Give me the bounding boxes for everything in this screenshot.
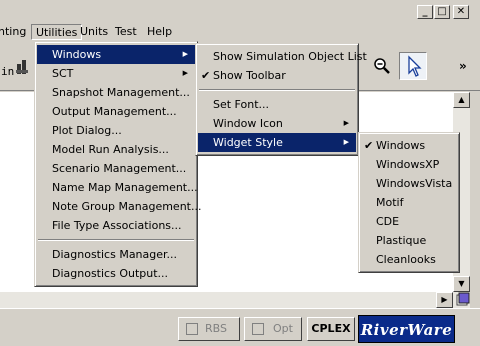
menu-item-widget-style[interactable]: Widget Style ▶ bbox=[198, 133, 356, 152]
menu-item-windows[interactable]: Windows ▶ bbox=[37, 45, 195, 64]
toolbar-tool-icon[interactable] bbox=[15, 58, 29, 76]
menu-item-style-plastique[interactable]: Plastique bbox=[361, 231, 457, 250]
toolbar-overflow-button[interactable]: » bbox=[459, 59, 467, 73]
opt-icon bbox=[252, 323, 264, 335]
toolbar-partial-label: in bbox=[1, 65, 15, 78]
horizontal-scrollbar[interactable]: ▶ bbox=[0, 292, 470, 308]
checkmark-icon: ✔ bbox=[364, 139, 374, 152]
checkmark-icon: ✔ bbox=[201, 69, 211, 82]
menu-item-style-windowsxp[interactable]: WindowsXP bbox=[361, 155, 457, 174]
restore-button[interactable]: □ bbox=[434, 5, 450, 19]
menu-test[interactable]: Test bbox=[111, 24, 141, 40]
menu-item-set-font[interactable]: Set Font... bbox=[198, 95, 356, 114]
menu-item-style-motif[interactable]: Motif bbox=[361, 193, 457, 212]
menu-item-show-toolbar[interactable]: ✔ Show Toolbar bbox=[198, 66, 356, 85]
close-button[interactable]: ✕ bbox=[453, 5, 469, 19]
menu-item-note-group-management[interactable]: Note Group Management... bbox=[37, 197, 201, 216]
windows-submenu: Show Simulation Object List ✔ Show Toolba… bbox=[195, 43, 367, 156]
menu-help[interactable]: Help bbox=[143, 24, 176, 40]
menu-modeling-truncated[interactable]: nting bbox=[0, 24, 30, 40]
status-bar: RBS Opt CPLEX RiverWare bbox=[0, 308, 480, 346]
scroll-right-button[interactable]: ▶ bbox=[436, 292, 453, 308]
widget-style-submenu: ✔ Windows WindowsXP WindowsVista Motif CD… bbox=[358, 132, 460, 273]
menu-bar: nting Utilities Units Test Help bbox=[0, 22, 480, 42]
minimize-button[interactable]: _ bbox=[417, 5, 433, 19]
rbs-label: RBS bbox=[205, 322, 227, 335]
submenu-arrow-icon: ▶ bbox=[182, 50, 188, 58]
menu-item-style-windowsvista[interactable]: WindowsVista bbox=[361, 174, 457, 193]
menu-item-diagnostics-manager[interactable]: Diagnostics Manager... bbox=[37, 245, 195, 264]
pointer-tool-button[interactable] bbox=[399, 52, 427, 80]
cplex-button[interactable]: CPLEX bbox=[307, 317, 355, 341]
title-bar: _ □ ✕ bbox=[0, 0, 480, 22]
menu-item-plot-dialog[interactable]: Plot Dialog... bbox=[37, 121, 195, 140]
riverware-logo: RiverWare bbox=[358, 315, 455, 343]
menu-units[interactable]: Units bbox=[76, 24, 112, 40]
menu-separator bbox=[38, 239, 194, 241]
resize-corner-icon[interactable] bbox=[455, 292, 470, 308]
menu-utilities[interactable]: Utilities bbox=[31, 24, 83, 40]
submenu-arrow-icon: ▶ bbox=[343, 138, 349, 146]
pointer-arrow-icon bbox=[408, 55, 422, 77]
submenu-arrow-icon: ▶ bbox=[343, 119, 349, 127]
menu-item-show-simulation-object-list[interactable]: Show Simulation Object List bbox=[198, 47, 367, 66]
menu-separator bbox=[199, 89, 355, 91]
utilities-menu: Windows ▶ SCT ▶ Snapshot Management... Out… bbox=[34, 41, 201, 287]
menu-item-window-icon[interactable]: Window Icon ▶ bbox=[198, 114, 356, 133]
menu-item-scenario-management[interactable]: Scenario Management... bbox=[37, 159, 195, 178]
opt-label: Opt bbox=[273, 322, 293, 335]
menu-item-file-type-associations[interactable]: File Type Associations... bbox=[37, 216, 195, 235]
zoom-icon[interactable] bbox=[372, 56, 392, 76]
rbs-button[interactable]: RBS bbox=[178, 317, 240, 341]
menu-item-output-management[interactable]: Output Management... bbox=[37, 102, 195, 121]
menu-item-sct[interactable]: SCT ▶ bbox=[37, 64, 195, 83]
scroll-up-button[interactable]: ▲ bbox=[453, 92, 470, 108]
scroll-down-button[interactable]: ▼ bbox=[453, 276, 470, 292]
opt-button[interactable]: Opt bbox=[244, 317, 302, 341]
menu-item-name-map-management[interactable]: Name Map Management... bbox=[37, 178, 198, 197]
menu-item-snapshot-management[interactable]: Snapshot Management... bbox=[37, 83, 195, 102]
submenu-arrow-icon: ▶ bbox=[182, 69, 188, 77]
menu-item-model-run-analysis[interactable]: Model Run Analysis... bbox=[37, 140, 195, 159]
menu-item-diagnostics-output[interactable]: Diagnostics Output... bbox=[37, 264, 195, 283]
menu-item-style-cleanlooks[interactable]: Cleanlooks bbox=[361, 250, 457, 269]
rbs-icon bbox=[186, 323, 198, 335]
menu-item-style-cde[interactable]: CDE bbox=[361, 212, 457, 231]
menu-item-style-windows[interactable]: ✔ Windows bbox=[361, 136, 457, 155]
